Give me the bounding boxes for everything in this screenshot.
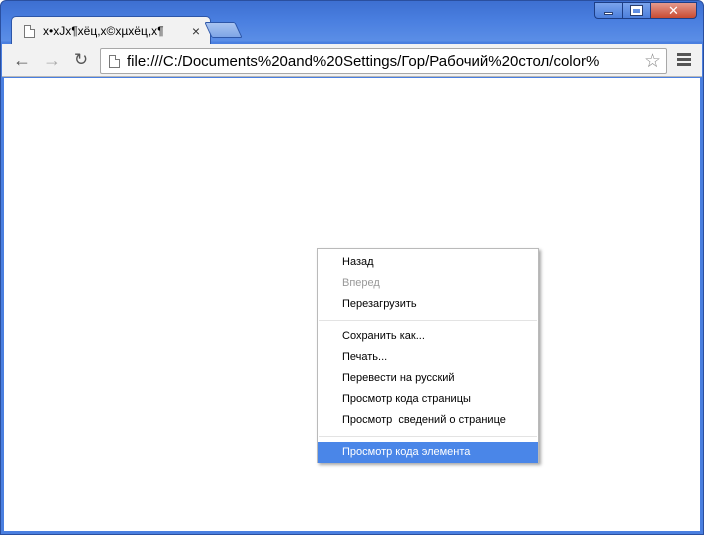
minimize-icon (604, 12, 613, 15)
bookmark-star-icon[interactable]: ☆ (644, 50, 661, 73)
context-menu-item[interactable]: Перезагрузить (318, 294, 538, 315)
arrow-right-icon: → (43, 49, 61, 70)
window-caption-buttons: ✕ (594, 2, 697, 19)
context-menu-item[interactable]: Назад (318, 252, 538, 273)
arrow-left-icon: ← (13, 49, 31, 70)
forward-button[interactable]: → (41, 50, 63, 70)
toolbar: ← → ↻ file:///C:/Documents%20and%20Setti… (2, 44, 702, 77)
minimize-button[interactable] (594, 2, 622, 19)
context-menu-item[interactable]: Просмотр сведений о странице (318, 410, 538, 431)
menu-icon[interactable] (677, 53, 691, 68)
reload-icon: ↻ (73, 50, 89, 69)
maximize-button[interactable] (622, 2, 650, 19)
tab-active[interactable]: x•xJx¶xёц,x©xµxёц,x¶ × (11, 16, 211, 45)
context-menu-item[interactable]: Печать... (318, 347, 538, 368)
close-window-button[interactable]: ✕ (650, 2, 697, 19)
maximize-icon (630, 5, 643, 16)
reload-button[interactable]: ↻ (70, 50, 92, 70)
back-button[interactable]: ← (11, 50, 33, 70)
url-text[interactable]: file:///C:/Documents%20and%20Settings/Го… (127, 53, 639, 70)
tab-title: x•xJx¶xёц,x©xµxёц,x¶ (43, 24, 164, 38)
page-icon (24, 24, 35, 38)
tab-close-icon[interactable]: × (192, 23, 200, 39)
close-icon: ✕ (668, 2, 679, 18)
menu-separator (319, 436, 537, 437)
context-menu-item[interactable]: Перевести на русский (318, 368, 538, 389)
address-bar[interactable]: file:///C:/Documents%20and%20Settings/Го… (100, 48, 667, 74)
context-menu-item[interactable]: Просмотр кода элемента (318, 442, 538, 463)
menu-separator (319, 320, 537, 321)
context-menu-item[interactable]: Сохранить как... (318, 326, 538, 347)
context-menu: Назад Вперед Перезагрузить Сохранить как...… (317, 248, 539, 463)
page-icon (109, 55, 120, 68)
context-menu-item: Вперед (342, 277, 380, 289)
context-menu-item[interactable]: Просмотр кода страницы (318, 389, 538, 410)
new-tab-button[interactable] (204, 22, 243, 38)
